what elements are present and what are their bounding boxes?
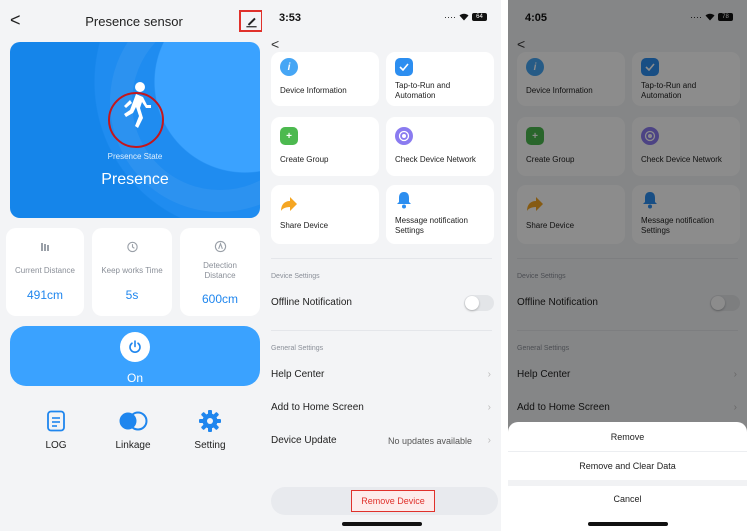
gear-icon xyxy=(199,410,221,432)
sheet-gap xyxy=(508,480,747,486)
stat-value: 600cm xyxy=(201,292,239,306)
tile-label: Create Group xyxy=(280,155,329,164)
tile-label: Check Device Network xyxy=(395,155,476,164)
tile-label: Tap-to-Run and Automation xyxy=(395,81,451,100)
stat-label: Detection Distance xyxy=(203,261,237,280)
chevron-right-icon: › xyxy=(487,435,491,446)
home-indicator xyxy=(588,522,668,526)
pencil-icon xyxy=(245,17,257,27)
back-button[interactable]: < xyxy=(271,36,279,52)
offline-notification-label: Offline Notification xyxy=(271,297,352,308)
tap-to-run-tile[interactable]: Tap-to-Run and Automation xyxy=(386,52,494,106)
offline-notification-toggle[interactable] xyxy=(464,295,494,311)
presence-state-label: Presence State xyxy=(107,152,163,161)
distance-bars-icon xyxy=(6,240,84,258)
tile-label: Message notification Settings xyxy=(395,216,468,235)
remove-confirm-screen: 4:05 ···· 78 < i Device Information Tap-… xyxy=(508,0,747,531)
create-group-tile[interactable]: + Create Group xyxy=(271,117,379,176)
power-button[interactable] xyxy=(120,332,150,362)
device-settings-screen: 3:53 ···· 64 < i Device Information Tap-… xyxy=(262,0,501,531)
chevron-right-icon: › xyxy=(487,402,491,413)
bell-icon xyxy=(395,191,413,209)
device-information-tile[interactable]: i Device Information xyxy=(271,52,379,106)
divider xyxy=(271,330,492,331)
page-title: Presence sensor xyxy=(85,14,183,29)
linkage-toggle-icon xyxy=(119,411,148,431)
timer-icon xyxy=(92,240,172,258)
divider xyxy=(508,451,747,452)
radar-icon xyxy=(180,240,260,258)
stat-value: 491cm xyxy=(26,288,64,302)
linkage-label: Linkage xyxy=(115,440,151,451)
log-button[interactable]: LOG xyxy=(21,408,91,451)
check-device-network-tile[interactable]: Check Device Network xyxy=(386,117,494,176)
remove-device-button[interactable]: Remove Device xyxy=(351,490,435,512)
check-shield-icon xyxy=(395,58,413,76)
network-icon xyxy=(395,127,413,145)
signal-icon: ···· xyxy=(444,12,456,22)
running-person-icon xyxy=(124,82,151,128)
presence-state-value: Presence xyxy=(101,171,169,188)
setting-button[interactable]: Setting xyxy=(175,408,245,451)
detection-distance-card: Detection Distance 600cm xyxy=(180,228,260,316)
power-state-label: On xyxy=(126,371,143,385)
setting-label: Setting xyxy=(194,440,226,451)
remove-device-bar: Remove Device xyxy=(271,487,498,515)
divider xyxy=(271,258,492,259)
device-settings-label: Device Settings xyxy=(271,273,320,280)
current-distance-card: Current Distance 491cm xyxy=(6,228,84,316)
keep-works-time-card: Keep works Time 5s xyxy=(92,228,172,316)
home-indicator xyxy=(342,522,422,526)
status-time: 3:53 xyxy=(279,12,302,24)
chevron-right-icon: › xyxy=(487,369,491,380)
device-update-status: No updates available xyxy=(388,436,473,446)
log-label: LOG xyxy=(45,440,67,451)
group-add-icon: + xyxy=(280,127,298,145)
status-icons: ···· 64 xyxy=(444,12,487,22)
share-arrow-icon xyxy=(280,195,298,213)
help-center-row[interactable]: Help Center xyxy=(271,369,324,380)
stat-label: Current Distance xyxy=(14,266,76,275)
power-card[interactable]: On xyxy=(10,326,260,386)
add-to-home-screen-row[interactable]: Add to Home Screen xyxy=(271,402,364,413)
remove-and-clear-data-option[interactable]: Remove and Clear Data xyxy=(508,461,747,471)
stat-label: Keep works Time xyxy=(101,266,163,275)
info-icon: i xyxy=(280,58,298,76)
general-settings-label: General Settings xyxy=(271,345,324,352)
top-bar: < Presence sensor xyxy=(0,0,268,42)
device-update-row[interactable]: Device Update xyxy=(271,435,337,446)
wifi-icon xyxy=(459,13,469,21)
power-icon xyxy=(129,340,141,353)
presence-state-card: Presence State Presence xyxy=(10,42,260,218)
message-notification-tile[interactable]: Message notification Settings xyxy=(386,185,494,244)
action-sheet: Remove Remove and Clear Data Cancel xyxy=(508,422,747,531)
presence-sensor-screen: < Presence sensor Presence State Presenc… xyxy=(0,0,268,531)
share-device-tile[interactable]: Share Device xyxy=(271,185,379,244)
linkage-button[interactable]: Linkage xyxy=(98,408,168,451)
tile-label: Device Information xyxy=(280,86,347,95)
cancel-option[interactable]: Cancel xyxy=(508,494,747,504)
battery-icon: 64 xyxy=(472,13,487,21)
remove-option[interactable]: Remove xyxy=(508,432,747,442)
edit-button[interactable] xyxy=(239,10,263,32)
log-document-icon xyxy=(47,410,65,432)
stat-value: 5s xyxy=(125,288,139,302)
tile-label: Share Device xyxy=(280,221,329,230)
